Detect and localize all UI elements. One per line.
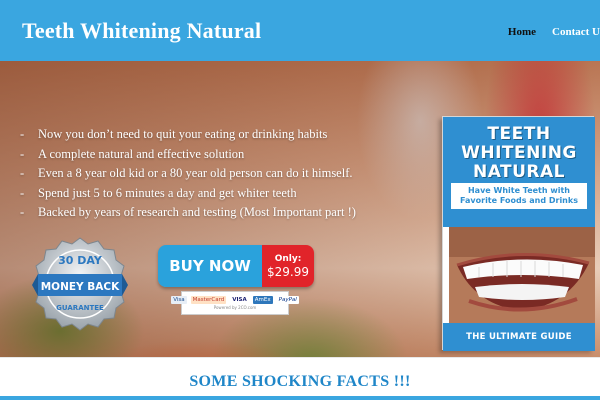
smile-image [449,227,595,323]
payment-methods-strip: Visa MasterCard VISA AmEx PayPal Powered… [171,291,299,315]
buy-now-price[interactable]: Only: $29.99 [262,245,314,287]
book-subtitle: Have White Teeth with Favorite Foods and… [451,183,587,209]
nav-contact-link[interactable]: Contact U [552,26,600,38]
badge-top-text: 30 DAY [58,254,103,267]
visa-icon: VISA [230,296,249,304]
benefit-item: - Even a 8 year old kid or a 80 year old … [20,166,353,180]
hero-section: - Now you don’t need to quit your eating … [0,61,600,357]
shocking-facts-section: SOME SHOCKING FACTS !!! [0,357,600,400]
book-footer: THE ULTIMATE GUIDE [443,323,595,351]
money-back-guarantee-badge: 30 DAY MONEY BACK GUARANTEE [32,237,128,331]
nav-home-link[interactable]: Home [508,26,536,38]
badge-bottom-text: GUARANTEE [56,304,104,312]
benefit-item: - Spend just 5 to 6 minutes a day and get… [20,185,297,200]
visa-card-icon: Visa [171,296,187,304]
shocking-facts-heading: SOME SHOCKING FACTS !!! [189,373,411,390]
benefit-item: - Backed by years of research and testing… [20,205,356,219]
payment-note: Powered by 2CO.com [213,305,257,310]
mastercard-icon: MasterCard [190,296,227,304]
book-title: TEETH WHITENING NATURAL [461,124,577,182]
amex-icon: AmEx [252,296,273,304]
benefit-item: -A complete natural and effective soluti… [20,146,245,161]
benefit-item: - Now you don’t need to quit your eating … [20,127,328,141]
buy-now-label[interactable]: BUY NOW [158,245,262,287]
main-nav: Home Contact U [508,26,600,38]
paypal-icon: PayPal [276,296,299,304]
buy-now-button[interactable]: BUY NOW Only: $29.99 [158,245,314,287]
benefits-list: - Now you don’t need to quit your eating … [20,125,356,223]
ebook-cover: TEETH WHITENING NATURAL Have White Teeth… [442,116,595,351]
site-header: Teeth Whitening Natural Home Contact U [0,0,600,61]
badge-middle-text: MONEY BACK [41,281,120,293]
site-title[interactable]: Teeth Whitening Natural [22,18,261,44]
